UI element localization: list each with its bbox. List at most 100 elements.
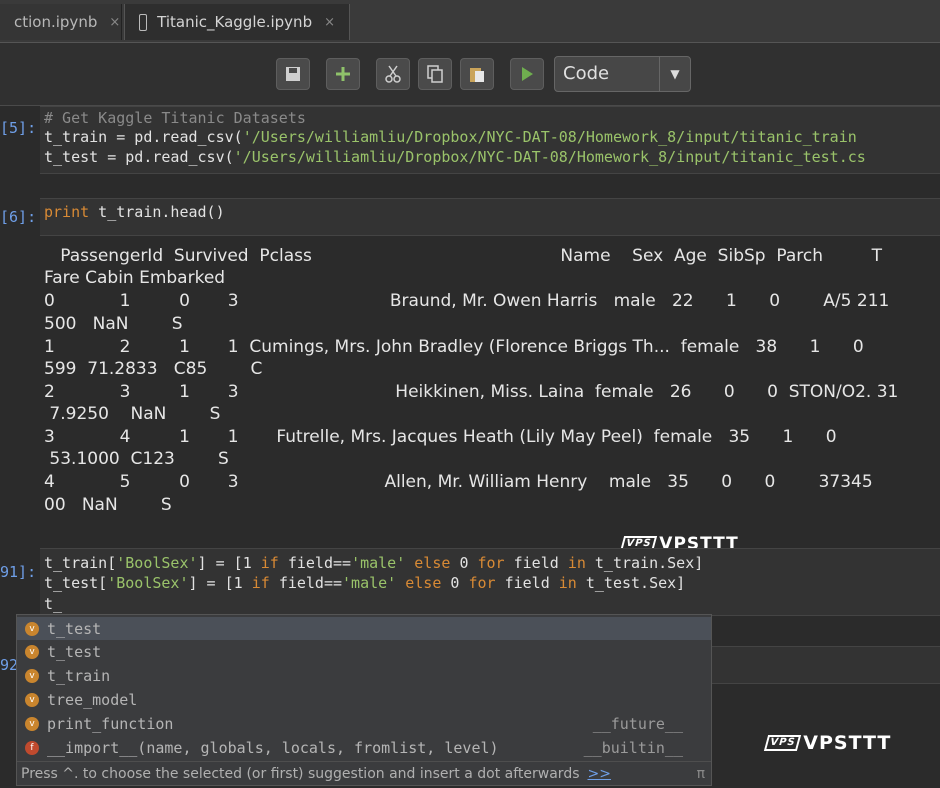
tab-label: ction.ipynb [14, 13, 98, 31]
autocomplete-item[interactable]: v tree_model [17, 688, 711, 711]
code-text: t_test.Sex] [576, 574, 686, 592]
autocomplete-item-name: t_test [47, 619, 102, 638]
cut-button[interactable] [376, 58, 410, 90]
variable-icon: v [25, 621, 39, 636]
code-text: t_train.head() [89, 203, 225, 221]
autocomplete-more-link[interactable]: >> [588, 766, 611, 782]
code-keyword: if [242, 574, 279, 592]
copy-button[interactable] [418, 58, 452, 90]
code-line: t_train = pd.read_csv('/Users/williamliu… [44, 128, 857, 146]
code-keyword: for [459, 574, 505, 592]
code-text: t_train[ [44, 554, 117, 572]
tab-titanic-notebook[interactable]: Titanic_Kaggle.ipynb × [124, 4, 350, 40]
autocomplete-item[interactable]: f __import__(name, globals, locals, from… [17, 736, 711, 759]
tab-function-notebook[interactable]: ction.ipynb × [0, 4, 122, 40]
code-string: 'BoolSex' [107, 574, 189, 592]
autocomplete-item-name: t_test [47, 642, 102, 661]
code-text: 1 [242, 554, 252, 572]
autocomplete-item-module: __builtin__ [583, 738, 683, 757]
chevron-down-icon: ▼ [659, 57, 690, 91]
code-text: t_ [44, 595, 63, 613]
close-icon[interactable]: × [109, 15, 120, 30]
code-line: t_test['BoolSex'] = [1 if field=='male' … [44, 574, 685, 592]
code-text: ] = [ [188, 574, 234, 592]
autocomplete-item-name: t_train [47, 666, 111, 685]
cell-prompt-91: 91]: [0, 563, 37, 581]
paste-icon [470, 68, 484, 82]
code-text: field== [287, 554, 352, 572]
notebook-toolbar: Code ▼ [0, 43, 940, 106]
code-cell-92[interactable] [712, 646, 940, 684]
save-icon [286, 67, 300, 81]
watermark: VPS VPSTTT [763, 732, 892, 754]
output-line: Fare Cabin Embarked [44, 268, 226, 288]
cell-prompt-5: [5]: [0, 119, 37, 137]
cell-prompt-6: [6]: [0, 208, 37, 226]
code-keyword: in [558, 574, 577, 592]
output-line: 2 3 1 3 Heikkinen, Miss. Laina female 26… [44, 382, 899, 402]
save-button[interactable] [276, 58, 310, 90]
variable-icon: v [25, 644, 39, 659]
variable-icon: v [25, 716, 39, 731]
output-line: PassengerId Survived Pclass Name Sex Age… [44, 246, 883, 266]
code-text: field [513, 554, 568, 572]
run-icon [522, 67, 533, 81]
output-line: 7.9250 NaN S [44, 404, 221, 424]
variable-icon: v [25, 692, 39, 707]
insert-cell-button[interactable] [326, 58, 360, 90]
code-line: t_ [44, 595, 62, 613]
code-line: print t_train.head() [44, 203, 225, 221]
file-icon [139, 13, 148, 31]
code-text: t_test[ [44, 574, 108, 592]
cell-prompt-92: 92 [0, 656, 16, 674]
code-string: 'male' [342, 574, 397, 592]
cut-icon [385, 65, 401, 83]
code-text: t_train = pd.read_csv( [44, 128, 243, 146]
autocomplete-item-name: __import__(name, globals, locals, fromli… [47, 738, 499, 757]
autocomplete-item-name: tree_model [47, 690, 138, 709]
autocomplete-item-module: __future__ [592, 714, 683, 733]
code-string: '/Users/williamliu/Dropbox/NYC-DAT-08/Ho… [242, 128, 857, 146]
autocomplete-footer: Press ^. to choose the selected (or firs… [17, 761, 711, 785]
code-keyword: in [567, 554, 586, 572]
tab-bar: ction.ipynb × Titanic_Kaggle.ipynb × [0, 0, 940, 43]
code-text: 1 [233, 574, 243, 592]
output-line: 1 2 1 1 Cumings, Mrs. John Bradley (Flor… [44, 337, 864, 357]
code-cell-6[interactable]: print t_train.head() [40, 198, 940, 236]
code-text: field [504, 574, 559, 592]
output-line: 500 NaN S [44, 314, 183, 334]
code-line: # Get Kaggle Titanic Datasets [44, 109, 306, 127]
run-cell-button[interactable] [510, 58, 544, 90]
code-line: t_test = pd.read_csv('/Users/williamliu/… [44, 148, 866, 166]
autocomplete-item[interactable]: v t_train [17, 664, 711, 687]
output-line: 00 NaN S [44, 495, 172, 515]
output-line: 53.1000 C123 S [44, 449, 229, 469]
output-line: 599 71.2833 C85 C [44, 359, 263, 379]
cell-type-select[interactable]: Code ▼ [554, 56, 691, 92]
paste-button[interactable] [460, 58, 494, 90]
output-line: 3 4 1 1 Futrelle, Mrs. Jacques Heath (Li… [44, 427, 837, 447]
copy-icon [427, 65, 443, 83]
watermark-logo: VPS [763, 735, 802, 751]
code-keyword: else [396, 574, 451, 592]
autocomplete-item[interactable]: v t_test [17, 640, 711, 663]
code-string: '/Users/williamliu/Dropbox/NYC-DAT-08/Ho… [233, 148, 866, 166]
autocomplete-item[interactable]: v t_test [17, 617, 711, 640]
watermark-text: VPSTTT [803, 732, 892, 754]
code-keyword: for [468, 554, 514, 572]
code-string: 'male' [351, 554, 406, 572]
function-icon: f [25, 740, 39, 755]
autocomplete-item[interactable]: v print_function __future__ [17, 712, 711, 735]
code-cell-91[interactable]: t_train['BoolSex'] = [1 if field=='male'… [40, 548, 940, 616]
output-line: 4 5 0 3 Allen, Mr. William Henry male 35… [44, 472, 873, 492]
code-text: t_test = pd.read_csv( [44, 148, 234, 166]
cell-type-value: Code [563, 63, 610, 84]
code-line: t_train['BoolSex'] = [1 if field=='male'… [44, 554, 703, 572]
close-icon[interactable]: × [324, 15, 335, 30]
tab-label: Titanic_Kaggle.ipynb [157, 13, 313, 31]
code-comment: # Get Kaggle Titanic Datasets [44, 109, 306, 127]
code-cell-5[interactable]: # Get Kaggle Titanic Datasets t_train = … [40, 106, 940, 174]
autocomplete-hint: Press ^. to choose the selected (or firs… [21, 765, 580, 782]
plus-icon [336, 67, 350, 81]
code-string: 'BoolSex' [116, 554, 198, 572]
